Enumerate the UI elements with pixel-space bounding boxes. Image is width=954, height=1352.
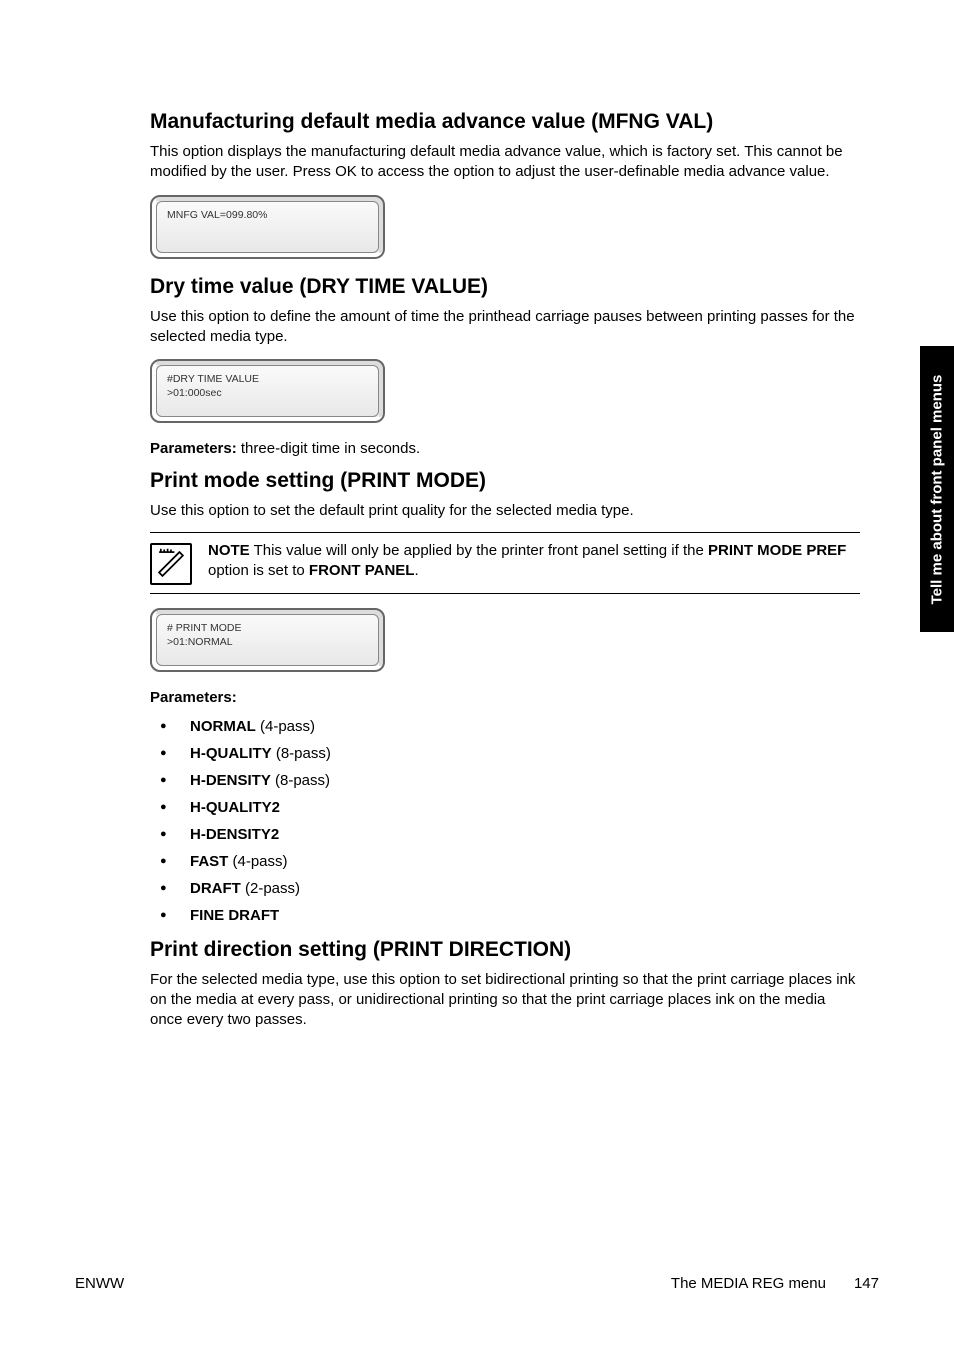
lcd-line1: #DRY TIME VALUE [167, 372, 368, 386]
dry-parameters: Parameters: three-digit time in seconds. [150, 439, 860, 459]
lcd-line1: # PRINT MODE [167, 621, 368, 635]
param-rest: (8-pass) [271, 772, 330, 789]
param-bold: H-QUALITY [190, 745, 272, 762]
footer-left: ENWW [75, 1275, 124, 1292]
lcd-figure-dry: #DRY TIME VALUE >01:000sec [150, 359, 860, 423]
heading-mfng-val: Manufacturing default media advance valu… [150, 110, 860, 134]
lcd-figure-mfng: MNFG VAL=099.80% [150, 195, 860, 259]
param-bold: DRAFT [190, 880, 241, 897]
list-item: DRAFT (2-pass) [178, 880, 860, 897]
note-divider-bottom [150, 593, 860, 594]
printmode-parameters-list: NORMAL (4-pass) H-QUALITY (8-pass) H-DEN… [150, 718, 860, 924]
para-mfng-val: This option displays the manufacturing d… [150, 142, 860, 183]
heading-print-direction: Print direction setting (PRINT DIRECTION… [150, 938, 860, 962]
param-bold: H-DENSITY2 [190, 826, 279, 843]
note-mid: option is set to [208, 562, 309, 579]
list-item: FAST (4-pass) [178, 853, 860, 870]
page-footer: ENWW The MEDIA REG menu 147 [75, 1275, 879, 1292]
list-item: H-QUALITY2 [178, 799, 860, 816]
lcd-line2: >01:000sec [167, 386, 368, 400]
param-rest: (4-pass) [256, 718, 315, 735]
page-number: 147 [854, 1275, 879, 1292]
lcd-line1: MNFG VAL=099.80% [167, 208, 368, 222]
footer-right-label: The MEDIA REG menu [671, 1275, 826, 1292]
note-bold-2: FRONT PANEL [309, 562, 415, 579]
side-tab: Tell me about front panel menus [920, 346, 954, 632]
para-print-direction: For the selected media type, use this op… [150, 970, 860, 1031]
side-tab-label: Tell me about front panel menus [929, 374, 946, 604]
lcd-line2: >01:NORMAL [167, 635, 368, 649]
param-bold: FINE DRAFT [190, 907, 279, 924]
printmode-parameters-label: Parameters: [150, 688, 860, 708]
para-dry-time: Use this option to define the amount of … [150, 307, 860, 348]
lcd-figure-printmode: # PRINT MODE >01:NORMAL [150, 608, 860, 672]
note-label: NOTE [208, 542, 250, 559]
note-text: NOTE This value will only be applied by … [208, 541, 860, 582]
heading-dry-time: Dry time value (DRY TIME VALUE) [150, 275, 860, 299]
para-print-mode: Use this option to set the default print… [150, 501, 860, 521]
list-item: H-QUALITY (8-pass) [178, 745, 860, 762]
pencil-ruler-icon [154, 547, 188, 581]
note-block: NOTE This value will only be applied by … [150, 532, 860, 594]
note-divider-top [150, 532, 860, 533]
param-bold: FAST [190, 853, 228, 870]
note-post: . [414, 562, 418, 579]
parameters-text: three-digit time in seconds. [237, 440, 420, 457]
param-rest: (8-pass) [272, 745, 331, 762]
list-item: H-DENSITY (8-pass) [178, 772, 860, 789]
heading-print-mode: Print mode setting (PRINT MODE) [150, 469, 860, 493]
param-rest: (4-pass) [228, 853, 287, 870]
param-rest: (2-pass) [241, 880, 300, 897]
list-item: H-DENSITY2 [178, 826, 860, 843]
param-bold: NORMAL [190, 718, 256, 735]
list-item: FINE DRAFT [178, 907, 860, 924]
note-icon [150, 543, 192, 585]
list-item: NORMAL (4-pass) [178, 718, 860, 735]
param-bold: H-QUALITY2 [190, 799, 280, 816]
parameters-label: Parameters: [150, 440, 237, 457]
param-bold: H-DENSITY [190, 772, 271, 789]
note-pre: This value will only be applied by the p… [250, 542, 708, 559]
note-bold-1: PRINT MODE PREF [708, 542, 846, 559]
